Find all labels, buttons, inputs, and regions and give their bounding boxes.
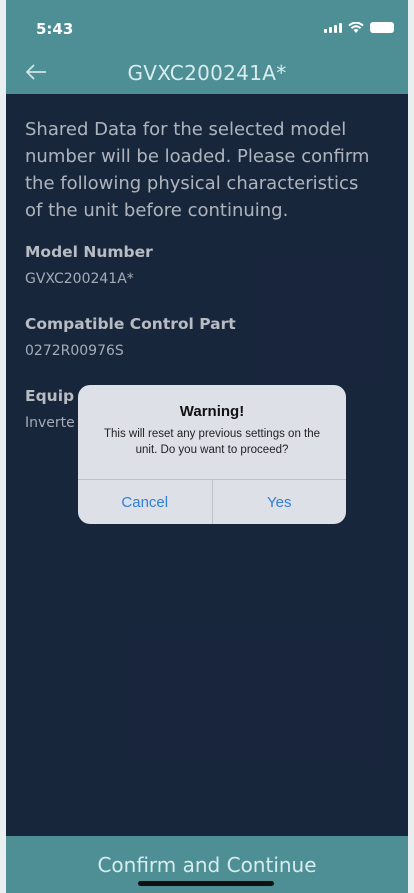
signal-icon (324, 23, 342, 33)
arrow-left-icon[interactable] (24, 62, 48, 82)
battery-icon (370, 22, 394, 33)
page-title: GVXC200241A* (127, 61, 287, 85)
cancel-button[interactable]: Cancel (78, 480, 213, 524)
frame-right (408, 0, 414, 893)
wifi-icon (348, 22, 364, 33)
dialog-buttons: Cancel Yes (78, 479, 346, 524)
status-icons (324, 22, 394, 33)
status-time: 5:43 (36, 20, 74, 38)
nav-bar: GVXC200241A* (6, 52, 408, 94)
dialog-title: Warning! (179, 403, 245, 420)
status-bar: 5:43 (6, 0, 408, 52)
warning-dialog: Warning! This will reset any previous se… (78, 385, 346, 524)
yes-button[interactable]: Yes (213, 480, 347, 524)
home-indicator (138, 881, 274, 886)
dialog-message: This will reset any previous settings on… (103, 428, 321, 456)
frame-left (0, 0, 6, 893)
